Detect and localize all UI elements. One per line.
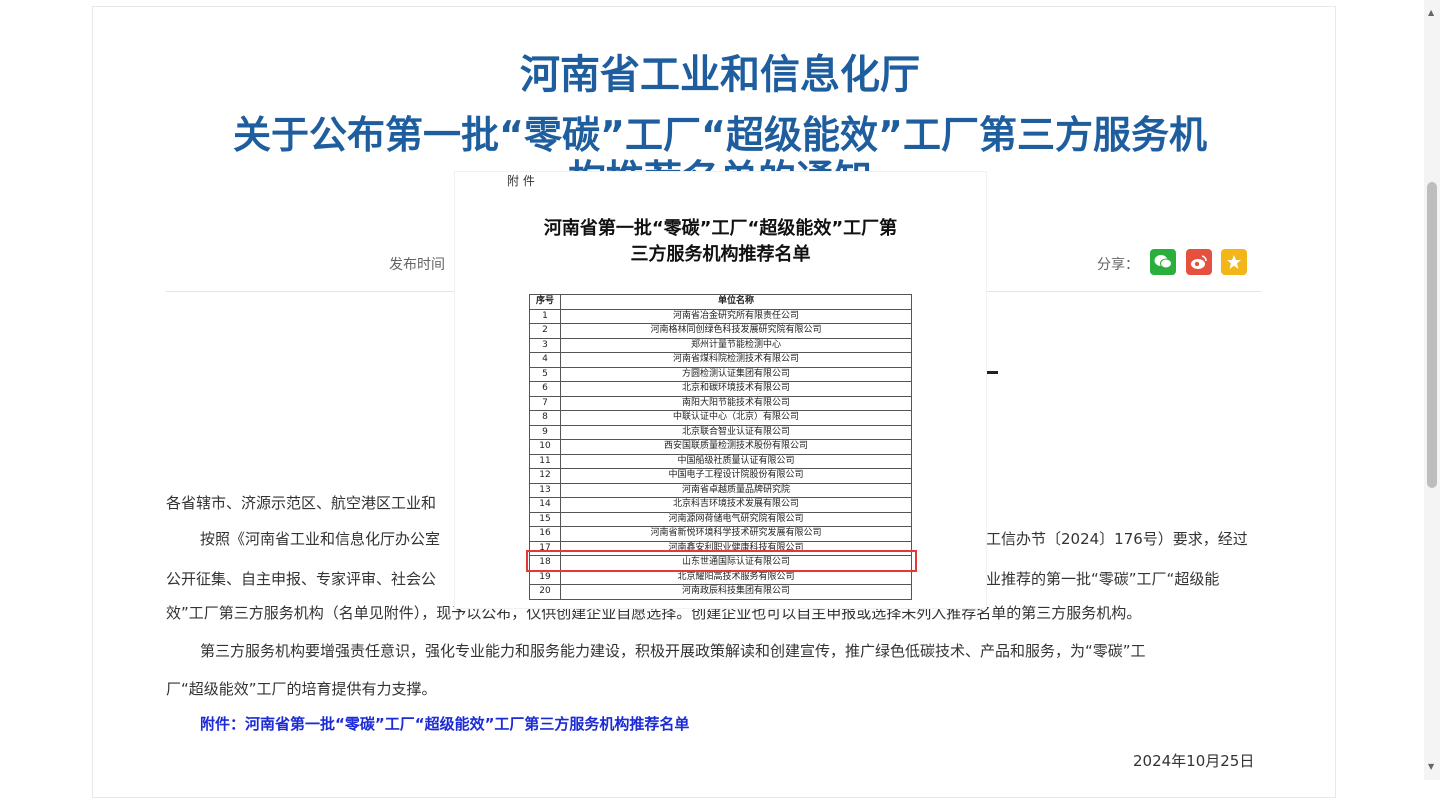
row-org-name: 北京科吉环境技术发展有限公司 xyxy=(560,497,912,513)
row-index: 13 xyxy=(529,482,561,498)
share-label: 分享： xyxy=(1097,257,1139,273)
row-org-name: 河南源网荷储电气研究院有限公司 xyxy=(560,511,912,527)
row-index: 16 xyxy=(529,526,561,542)
table-row: 7 南阳大阳节能技术有限公司 xyxy=(529,395,912,411)
table-row: 15 河南源网荷储电气研究院有限公司 xyxy=(529,511,912,527)
row-org-name: 河南省新悦环境科学技术研究发展有限公司 xyxy=(560,526,912,542)
row-org-name: 西安国联质量检测技术股份有限公司 xyxy=(560,439,912,455)
scrollbar-thumb[interactable] xyxy=(1427,182,1437,488)
separator-dash xyxy=(986,371,998,374)
star-icon xyxy=(1226,255,1242,274)
row-org-name: 郑州计量节能检测中心 xyxy=(560,337,912,353)
weibo-share-button[interactable] xyxy=(1186,249,1212,275)
row-index: 6 xyxy=(529,381,561,397)
column-header-name: 单位名称 xyxy=(560,294,912,310)
publish-date: 2024年10月25日 xyxy=(1133,752,1255,770)
paragraph-6: 厂“超级能效”工厂的培育提供有力支撑。 xyxy=(166,680,437,698)
paragraph-2-end: 工信办节〔2024〕176号）要求，经过 xyxy=(986,530,1248,548)
paragraph-3-start: 公开征集、自主申报、专家评审、社会公 xyxy=(166,570,437,588)
row-index: 3 xyxy=(529,337,561,353)
row-org-name: 北京联合智业认证有限公司 xyxy=(560,424,912,440)
table-row: 12 中国电子工程设计院股份有限公司 xyxy=(529,468,912,484)
paragraph-3-end: 业推荐的第一批“零碳”工厂“超级能 xyxy=(986,570,1220,588)
table-row: 6 北京和碳环境技术有限公司 xyxy=(529,381,912,397)
row-org-name: 中国电子工程设计院股份有限公司 xyxy=(560,468,912,484)
row-index: 2 xyxy=(529,323,561,339)
attachment-title-line-1: 河南省第一批“零碳”工厂“超级能效”工厂第 xyxy=(543,218,898,239)
paragraph-2-start: 按照《河南省工业和信息化厅办公室 xyxy=(200,530,441,548)
attachment-title-line-2: 三方服务机构推荐名单 xyxy=(630,244,811,265)
table-row: 20 河南政辰科技集团有限公司 xyxy=(529,584,912,600)
article-title-line-1: 河南省工业和信息化厅 xyxy=(520,52,920,98)
row-org-name: 方圆检测认证集团有限公司 xyxy=(560,366,912,382)
column-header-index: 序号 xyxy=(529,294,561,310)
published-label: 发布时间 xyxy=(389,257,445,273)
scroll-up-arrow-icon[interactable]: ▲ xyxy=(1428,8,1434,17)
row-index: 19 xyxy=(529,569,561,585)
attachment-link[interactable]: 附件：河南省第一批“零碳”工厂“超级能效”工厂第三方服务机构推荐名单 xyxy=(200,713,689,734)
attachment-preview: 附 件 河南省第一批“零碳”工厂“超级能效”工厂第 三方服务机构推荐名单 序号 … xyxy=(455,172,986,608)
table-row: 9 北京联合智业认证有限公司 xyxy=(529,424,912,440)
row-org-name: 中联认证中心（北京）有限公司 xyxy=(560,410,912,426)
scroll-down-arrow-icon[interactable]: ▼ xyxy=(1428,762,1434,771)
row-org-name: 北京耀阳高技术服务有限公司 xyxy=(560,569,912,585)
table-row: 5 方圆检测认证集团有限公司 xyxy=(529,366,912,382)
table-row: 16 河南省新悦环境科学技术研究发展有限公司 xyxy=(529,526,912,542)
row-org-name: 河南省冶金研究所有限责任公司 xyxy=(560,308,912,324)
row-org-name: 中国船级社质量认证有限公司 xyxy=(560,453,912,469)
row-index: 7 xyxy=(529,395,561,411)
row-org-name: 北京和碳环境技术有限公司 xyxy=(560,381,912,397)
table-row: 19 北京耀阳高技术服务有限公司 xyxy=(529,569,912,585)
table-row: 3 郑州计量节能检测中心 xyxy=(529,337,912,353)
wechat-icon xyxy=(1154,255,1172,274)
row-org-name: 河南省煤科院检测技术有限公司 xyxy=(560,352,912,368)
table-row: 2 河南格林同创绿色科技发展研究院有限公司 xyxy=(529,323,912,339)
table-header-row: 序号 单位名称 xyxy=(529,294,912,310)
row-index: 1 xyxy=(529,308,561,324)
paragraph-5: 第三方服务机构要增强责任意识，强化专业能力和服务能力建设，积极开展政策解读和创建… xyxy=(200,642,1146,660)
table-row: 4 河南省煤科院检测技术有限公司 xyxy=(529,352,912,368)
row-org-name: 南阳大阳节能技术有限公司 xyxy=(560,395,912,411)
attachment-label: 附 件 xyxy=(507,174,535,188)
row-index: 14 xyxy=(529,497,561,513)
table-row: 1 河南省冶金研究所有限责任公司 xyxy=(529,308,912,324)
table-row: 14 北京科吉环境技术发展有限公司 xyxy=(529,497,912,513)
favorite-button[interactable] xyxy=(1221,249,1247,275)
table-row: 8 中联认证中心（北京）有限公司 xyxy=(529,410,912,426)
row-index: 4 xyxy=(529,352,561,368)
highlight-box xyxy=(526,550,917,572)
table-row: 11 中国船级社质量认证有限公司 xyxy=(529,453,912,469)
row-index: 5 xyxy=(529,366,561,382)
row-org-name: 河南政辰科技集团有限公司 xyxy=(560,584,912,600)
row-index: 10 xyxy=(529,439,561,455)
attachment-title: 河南省第一批“零碳”工厂“超级能效”工厂第 三方服务机构推荐名单 xyxy=(455,216,986,268)
row-org-name: 河南格林同创绿色科技发展研究院有限公司 xyxy=(560,323,912,339)
row-index: 9 xyxy=(529,424,561,440)
wechat-share-button[interactable] xyxy=(1150,249,1176,275)
row-index: 15 xyxy=(529,511,561,527)
row-index: 12 xyxy=(529,468,561,484)
row-index: 11 xyxy=(529,453,561,469)
article-title-line-3: 构推荐名单的通知 xyxy=(0,148,1440,174)
row-org-name: 河南省卓越质量品牌研究院 xyxy=(560,482,912,498)
table-row: 10 西安国联质量检测技术股份有限公司 xyxy=(529,439,912,455)
row-index: 8 xyxy=(529,410,561,426)
salutation-paragraph: 各省辖市、济源示范区、航空港区工业和 xyxy=(166,494,437,512)
table-row: 13 河南省卓越质量品牌研究院 xyxy=(529,482,912,498)
weibo-icon xyxy=(1190,255,1208,274)
row-index: 20 xyxy=(529,584,561,600)
